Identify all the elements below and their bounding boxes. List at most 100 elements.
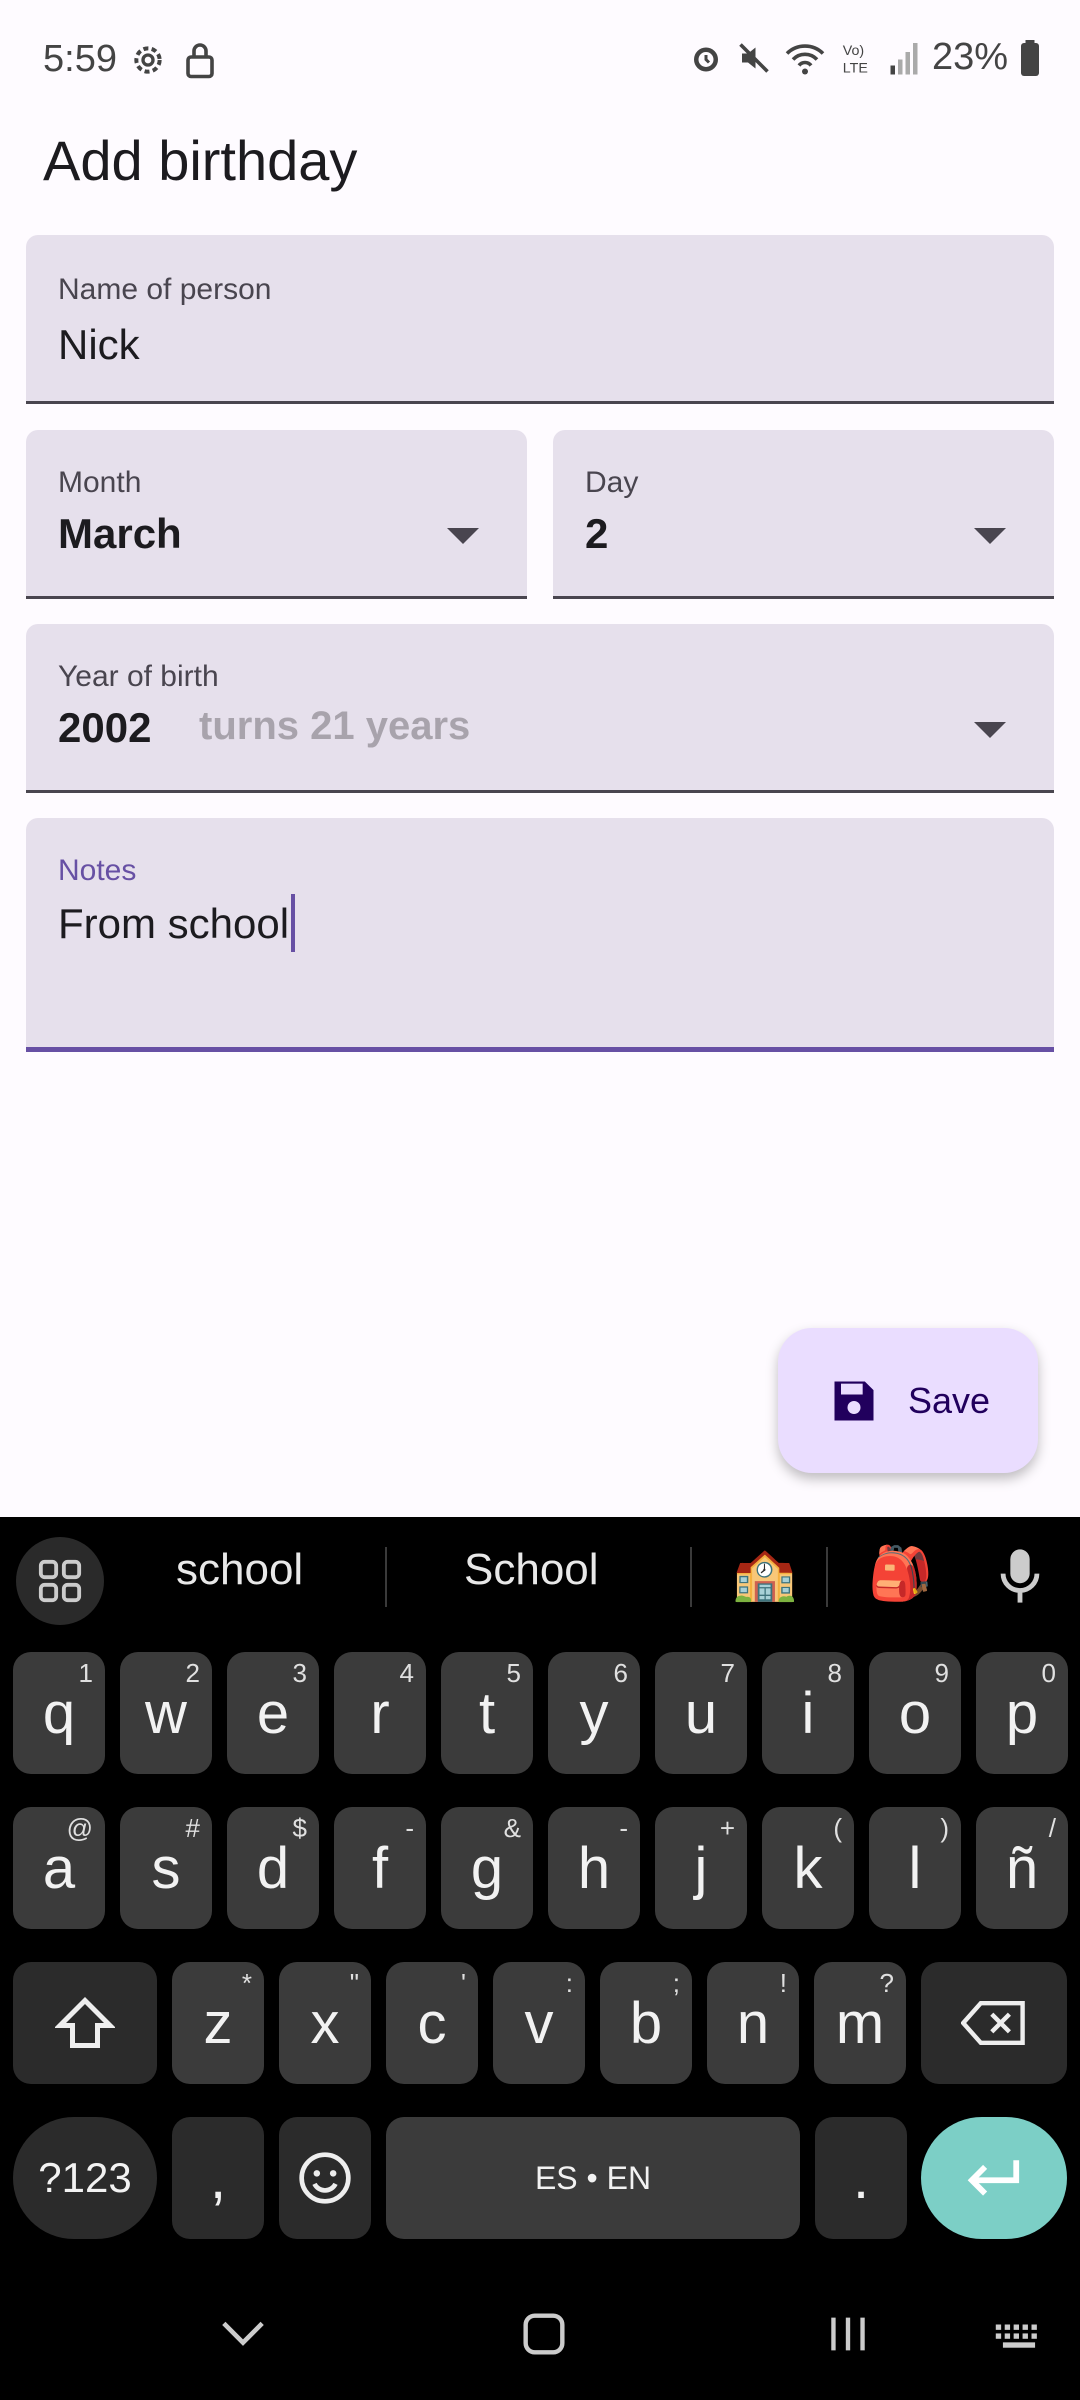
year-dropdown[interactable]: Year of birth 2002 turns 21 years bbox=[26, 624, 1054, 793]
key-n[interactable]: n! bbox=[707, 1962, 799, 2084]
key-w-label: w bbox=[145, 1680, 187, 1746]
key-g[interactable]: g & bbox=[441, 1807, 533, 1929]
key-e-alt-label: 3 bbox=[292, 1658, 307, 1688]
key-x-alt-label: " bbox=[349, 1968, 359, 1998]
emoji-suggestion[interactable]: 🎒 bbox=[868, 1543, 933, 1604]
month-dropdown-label: Month bbox=[58, 466, 142, 499]
key-f[interactable]: f- bbox=[334, 1807, 426, 1929]
key-ñ[interactable]: ñ / bbox=[976, 1807, 1068, 1929]
key-q[interactable]: q1 bbox=[13, 1652, 105, 1774]
settings-icon bbox=[134, 46, 162, 74]
key-u-label: u bbox=[684, 1680, 718, 1746]
keyboard-hide-icon[interactable] bbox=[994, 2322, 1044, 2352]
grid-icon bbox=[38, 1559, 82, 1603]
notes-field-label: Notes bbox=[58, 854, 137, 887]
dropdown-arrow-icon bbox=[974, 722, 1006, 738]
shift-key[interactable] bbox=[13, 1962, 157, 2084]
key-m[interactable]: m? bbox=[814, 1962, 906, 2084]
name-field-label: Name of person bbox=[58, 273, 272, 306]
on-screen-keyboard: school School 🏫 🎒 q 1 w 2 e 3 r 4 t 5 y 6 u 7 i 8 o 9 p 0 a @… bbox=[0, 1517, 1080, 2400]
key-i-label: i bbox=[801, 1680, 815, 1746]
name-field[interactable]: Name of person Nick bbox=[26, 235, 1054, 404]
key-i[interactable]: i8 bbox=[762, 1652, 854, 1774]
emoji-key[interactable] bbox=[279, 2117, 371, 2239]
key-s[interactable]: s # bbox=[120, 1807, 212, 1929]
divider bbox=[385, 1547, 387, 1607]
chevron-down-icon[interactable] bbox=[220, 2318, 266, 2348]
voice-input-button[interactable] bbox=[998, 1547, 1042, 1610]
suggestion-item[interactable]: School bbox=[464, 1545, 599, 1595]
key-d-label: d bbox=[256, 1835, 290, 1901]
key-e[interactable]: e3 bbox=[227, 1652, 319, 1774]
key-v[interactable]: v: bbox=[493, 1962, 585, 2084]
key-l[interactable]: l) bbox=[869, 1807, 961, 1929]
month-dropdown[interactable]: Month March bbox=[26, 430, 527, 599]
key-d[interactable]: d $ bbox=[227, 1807, 319, 1929]
key-y[interactable]: y6 bbox=[548, 1652, 640, 1774]
save-button[interactable]: Save bbox=[778, 1328, 1038, 1473]
key-a[interactable]: a @ bbox=[13, 1807, 105, 1929]
space-key[interactable]: ES • EN bbox=[386, 2117, 800, 2239]
backspace-key[interactable] bbox=[921, 1962, 1067, 2084]
key-a-label: a bbox=[42, 1835, 76, 1901]
key-a-alt-label: @ bbox=[66, 1813, 93, 1843]
key-m-alt-label: ? bbox=[879, 1968, 894, 1998]
shift-icon bbox=[55, 1996, 115, 2048]
key-z[interactable]: z * bbox=[172, 1962, 264, 2084]
key-y-alt-label: 6 bbox=[613, 1658, 628, 1688]
name-field-value[interactable]: Nick bbox=[58, 321, 140, 369]
divider bbox=[690, 1547, 692, 1607]
key-x[interactable]: x " bbox=[279, 1962, 371, 2084]
wifi-icon bbox=[785, 43, 825, 74]
key-r[interactable]: r4 bbox=[334, 1652, 426, 1774]
key-p[interactable]: p0 bbox=[976, 1652, 1068, 1774]
signal-icon bbox=[890, 42, 918, 74]
key-c[interactable]: c ' bbox=[386, 1962, 478, 2084]
microphone-icon bbox=[1000, 1549, 1040, 1603]
key-g-label: g bbox=[470, 1835, 504, 1901]
lock-icon bbox=[186, 43, 214, 79]
key-c-alt-label: ' bbox=[461, 1968, 466, 1998]
emoji-suggestion[interactable]: 🏫 bbox=[732, 1543, 797, 1604]
key-h[interactable]: h- bbox=[548, 1807, 640, 1929]
dropdown-arrow-icon bbox=[447, 528, 479, 544]
key-v-label: v bbox=[524, 1990, 554, 2056]
day-dropdown-value: 2 bbox=[585, 510, 609, 557]
keyboard-menu-button[interactable] bbox=[16, 1537, 104, 1625]
suggestion-item[interactable]: school bbox=[176, 1545, 303, 1595]
key-p-alt-label: 0 bbox=[1041, 1658, 1056, 1688]
text-cursor bbox=[291, 894, 296, 952]
key-o[interactable]: o9 bbox=[869, 1652, 961, 1774]
key-u[interactable]: u7 bbox=[655, 1652, 747, 1774]
notes-field-value[interactable]: From school bbox=[58, 894, 296, 956]
status-bar: 5:59 Vo) LTE 23% bbox=[0, 0, 1080, 120]
notes-field[interactable]: Notes From school bbox=[26, 818, 1054, 1052]
home-icon[interactable] bbox=[522, 2312, 566, 2356]
key-b-label: b bbox=[629, 1990, 663, 2056]
recents-icon[interactable] bbox=[826, 2314, 870, 2354]
key-u-alt-label: 7 bbox=[720, 1658, 735, 1688]
key-t[interactable]: t5 bbox=[441, 1652, 533, 1774]
key-w[interactable]: w2 bbox=[120, 1652, 212, 1774]
period-key[interactable]: . bbox=[815, 2117, 907, 2239]
year-dropdown-value: 2002 bbox=[58, 704, 152, 751]
key-x-label: x bbox=[310, 1990, 340, 2056]
key-k[interactable]: k( bbox=[762, 1807, 854, 1929]
key-g-alt-label: & bbox=[503, 1813, 521, 1843]
key-k-label: k bbox=[793, 1835, 823, 1901]
volte-icon: Vo) LTE bbox=[843, 42, 868, 75]
day-dropdown[interactable]: Day 2 bbox=[553, 430, 1054, 599]
key-w-alt-label: 2 bbox=[185, 1658, 200, 1688]
key-n-alt-label: ! bbox=[779, 1968, 787, 1998]
key-l-alt-label: ) bbox=[940, 1813, 949, 1843]
key-b[interactable]: b; bbox=[600, 1962, 692, 2084]
key-n-label: n bbox=[736, 1990, 770, 2056]
key-q-alt-label: 1 bbox=[78, 1658, 93, 1688]
comma-key[interactable]: , bbox=[172, 2117, 264, 2239]
enter-key[interactable] bbox=[921, 2117, 1067, 2239]
key-j[interactable]: j + bbox=[655, 1807, 747, 1929]
floppy-disk-icon bbox=[834, 1381, 874, 1420]
enter-icon bbox=[967, 2160, 1020, 2196]
battery-icon bbox=[1021, 39, 1039, 76]
symbols-key[interactable]: ?123 bbox=[13, 2117, 157, 2239]
